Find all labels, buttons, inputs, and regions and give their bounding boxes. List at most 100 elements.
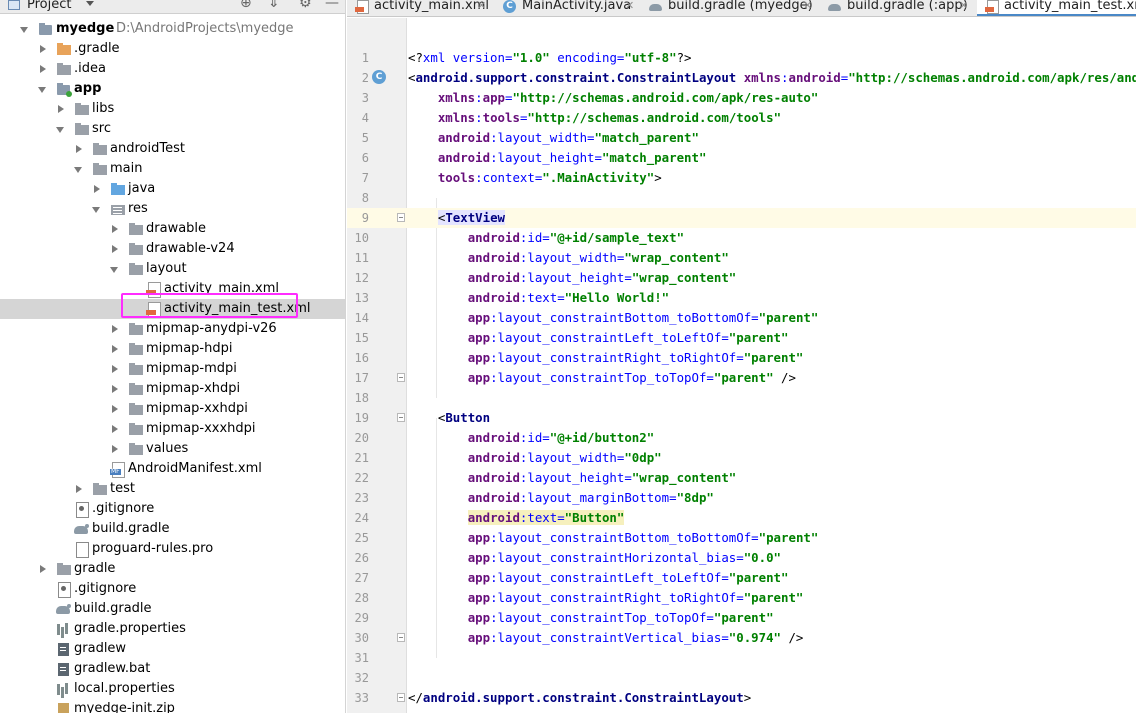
chevron-right-icon[interactable]	[38, 39, 48, 59]
tree-item[interactable]: main	[0, 159, 345, 179]
tree-item[interactable]: mipmap-xhdpi	[0, 379, 345, 399]
code-line[interactable]: 26 app:layout_constraintHorizontal_bias=…	[347, 548, 1136, 568]
tree-item[interactable]: libs	[0, 99, 345, 119]
code-line[interactable]: 1 <?xml version="1.0" encoding="utf-8"?>	[347, 48, 1136, 68]
tree-item[interactable]: mipmap-xxxhdpi	[0, 419, 345, 439]
code-line[interactable]: 33 </android.support.constraint.Constrain…	[347, 688, 1136, 708]
code-line[interactable]: 19 <Button	[347, 408, 1136, 428]
tree-item[interactable]: values	[0, 439, 345, 459]
chevron-right-icon[interactable]	[110, 319, 120, 339]
fold-marker-icon[interactable]	[397, 693, 405, 702]
chevron-down-icon[interactable]	[92, 199, 102, 219]
tree-item[interactable]: src	[0, 119, 345, 139]
tree-item[interactable]: gradle.properties	[0, 619, 345, 639]
chevron-right-icon[interactable]	[110, 219, 120, 239]
code-line[interactable]: 3 xmlns:app="http://schemas.android.com/…	[347, 88, 1136, 108]
code-line[interactable]: 8	[347, 188, 1136, 208]
code-line[interactable]: 32	[347, 668, 1136, 688]
tree-item[interactable]: drawable-v24	[0, 239, 345, 259]
fold-marker-icon[interactable]	[397, 633, 405, 642]
tree-item[interactable]: app	[0, 79, 345, 99]
chevron-right-icon[interactable]	[74, 139, 84, 159]
tree-item[interactable]: gradle	[0, 559, 345, 579]
editor-tab[interactable]: activity_main_test.xml	[977, 0, 1136, 16]
tree-item[interactable]: myedge-init.zip	[0, 699, 345, 713]
tree-item[interactable]: local.properties	[0, 679, 345, 699]
tree-item[interactable]: gradlew.bat	[0, 659, 345, 679]
tree-item[interactable]: mipmap-xxhdpi	[0, 399, 345, 419]
code-line[interactable]: 17 app:layout_constraintTop_toTopOf="par…	[347, 368, 1136, 388]
tree-item[interactable]: myedge D:\AndroidProjects\myedge	[0, 19, 345, 39]
code-line[interactable]: 30 app:layout_constraintVertical_bias="0…	[347, 628, 1136, 648]
gear-icon[interactable]: ⚙	[299, 0, 312, 10]
chevron-right-icon[interactable]	[92, 179, 102, 199]
tree-item[interactable]: layout	[0, 259, 345, 279]
tree-item[interactable]: .gitignore	[0, 499, 345, 519]
chevron-right-icon[interactable]	[110, 239, 120, 259]
project-view-selector[interactable]: Project	[27, 0, 71, 12]
code-line[interactable]: 13 android:text="Hello World!"	[347, 288, 1136, 308]
fold-marker-icon[interactable]	[397, 213, 405, 222]
tree-item[interactable]: mipmap-hdpi	[0, 339, 345, 359]
tree-item[interactable]: activity_main_test.xml	[0, 299, 345, 319]
chevron-right-icon[interactable]	[110, 439, 120, 459]
chevron-down-icon[interactable]	[38, 79, 48, 99]
code-line[interactable]: 4 xmlns:tools="http://schemas.android.co…	[347, 108, 1136, 128]
code-line[interactable]: 7 tools:context=".MainActivity">	[347, 168, 1136, 188]
tree-item[interactable]: AndroidManifest.xml	[0, 459, 345, 479]
code-line[interactable]: 20 android:id="@+id/button2"	[347, 428, 1136, 448]
chevron-down-icon[interactable]	[56, 119, 66, 139]
tree-item[interactable]: res	[0, 199, 345, 219]
code-line[interactable]: 15 app:layout_constraintLeft_toLeftOf="p…	[347, 328, 1136, 348]
tree-item[interactable]: build.gradle	[0, 519, 345, 539]
tree-item[interactable]: test	[0, 479, 345, 499]
chevron-down-icon[interactable]	[110, 259, 120, 279]
editor-tab[interactable]: activity_main.xml ✕	[347, 0, 492, 16]
close-icon[interactable]: ✕	[959, 0, 968, 16]
chevron-down-icon[interactable]	[74, 159, 84, 179]
locate-file-icon[interactable]: ⊕	[240, 0, 252, 10]
code-line[interactable]: 23 android:layout_marginBottom="8dp"	[347, 488, 1136, 508]
close-icon[interactable]: ✕	[477, 0, 486, 16]
code-line[interactable]: 24 android:text="Button"	[347, 508, 1136, 528]
chevron-right-icon[interactable]	[110, 359, 120, 379]
chevron-down-icon[interactable]	[86, 1, 94, 6]
editor-tab[interactable]: build.gradle (myedge) ✕	[641, 0, 817, 16]
tree-item[interactable]: build.gradle	[0, 599, 345, 619]
fold-marker-icon[interactable]	[397, 413, 405, 422]
code-line[interactable]: 11 android:layout_width="wrap_content"	[347, 248, 1136, 268]
collapse-all-icon[interactable]: ⇕	[268, 0, 280, 10]
code-line[interactable]: 18	[347, 388, 1136, 408]
editor-tab[interactable]: build.gradle (:app) ✕	[820, 0, 974, 16]
tree-item[interactable]: drawable	[0, 219, 345, 239]
editor-tab[interactable]: MainActivity.java✕	[495, 0, 638, 16]
code-line[interactable]: 6 android:layout_height="match_parent"	[347, 148, 1136, 168]
chevron-right-icon[interactable]	[38, 59, 48, 79]
fold-marker-icon[interactable]	[397, 373, 405, 382]
chevron-right-icon[interactable]	[38, 559, 48, 579]
chevron-down-icon[interactable]	[20, 19, 30, 39]
tree-item[interactable]: .gitignore	[0, 579, 345, 599]
tree-item[interactable]: .gradle	[0, 39, 345, 59]
close-icon[interactable]: ✕	[625, 0, 634, 16]
code-line[interactable]: 28 app:layout_constraintRight_toRightOf=…	[347, 588, 1136, 608]
tree-item[interactable]: androidTest	[0, 139, 345, 159]
class-marker-icon[interactable]: C	[372, 70, 386, 84]
code-line[interactable]: 2 C <android.support.constraint.Constraint…	[347, 68, 1136, 88]
code-line[interactable]: 12 android:layout_height="wrap_content"	[347, 268, 1136, 288]
tree-item[interactable]: gradlew	[0, 639, 345, 659]
chevron-right-icon[interactable]	[56, 99, 66, 119]
code-editor[interactable]: 1 <?xml version="1.0" encoding="utf-8"?> 2…	[347, 18, 1136, 713]
code-line[interactable]: 22 android:layout_height="wrap_content"	[347, 468, 1136, 488]
tree-item[interactable]: .idea	[0, 59, 345, 79]
chevron-right-icon[interactable]	[110, 379, 120, 399]
code-line[interactable]: 31	[347, 648, 1136, 668]
chevron-right-icon[interactable]	[110, 419, 120, 439]
code-line[interactable]: 10 android:id="@+id/sample_text"	[347, 228, 1136, 248]
hide-panel-icon[interactable]: —	[325, 0, 339, 10]
tree-item[interactable]: java	[0, 179, 345, 199]
code-line[interactable]: 25 app:layout_constraintBottom_toBottomO…	[347, 528, 1136, 548]
tree-item[interactable]: mipmap-anydpi-v26	[0, 319, 345, 339]
chevron-right-icon[interactable]	[110, 339, 120, 359]
tree-item[interactable]: proguard-rules.pro	[0, 539, 345, 559]
